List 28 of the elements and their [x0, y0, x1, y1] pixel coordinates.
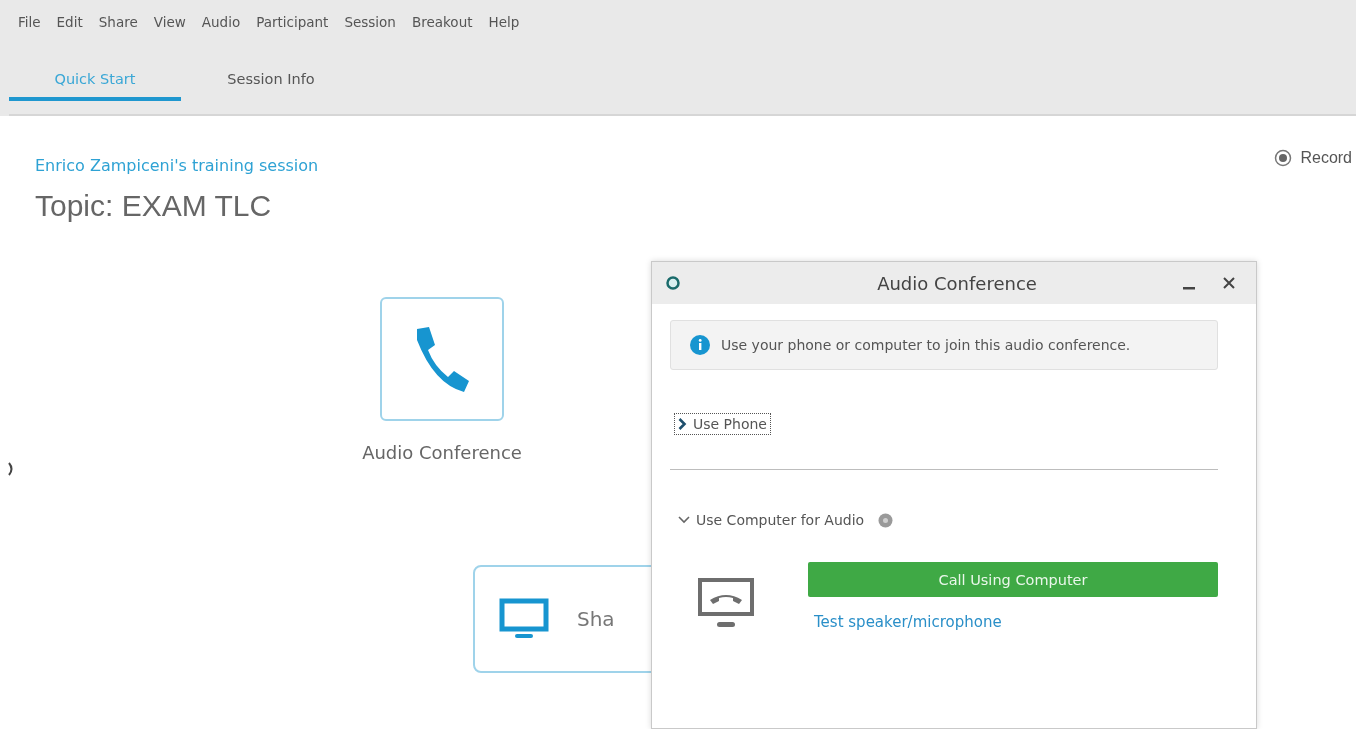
use-phone-toggle[interactable]: Use Phone — [674, 413, 771, 435]
menu-item[interactable]: File — [10, 10, 49, 36]
help-icon — [878, 512, 894, 528]
tab[interactable]: Session Info — [181, 71, 361, 101]
computer-audio-toggle[interactable]: Use Computer for Audio — [670, 512, 894, 528]
minimize-icon — [1183, 286, 1195, 290]
menu-item[interactable]: Help — [480, 10, 528, 36]
info-icon — [689, 334, 711, 356]
menu-item[interactable]: Breakout — [403, 10, 481, 36]
computer-call-icon — [698, 578, 756, 630]
dialog-title: Audio Conference — [876, 272, 1038, 294]
monitor-icon — [499, 598, 549, 640]
menu-item[interactable]: Share — [90, 10, 146, 36]
menu-item[interactable]: Edit — [48, 10, 91, 36]
radio-icon — [1274, 149, 1293, 167]
info-text: Use your phone or computer to join this audio conference. — [721, 337, 1131, 353]
collapse-handle-icon[interactable] — [8, 462, 14, 476]
app-logo-icon — [666, 276, 680, 290]
audio-tile[interactable] — [380, 297, 504, 421]
menu-item[interactable]: View — [145, 10, 194, 36]
menu-item[interactable]: Participant — [248, 10, 337, 36]
menu-item[interactable]: Session — [336, 10, 404, 36]
test-speaker-link[interactable]: Test speaker/microphone — [814, 613, 1218, 631]
topic-title: Topic: EXAM TLC — [35, 189, 273, 223]
menu-item[interactable]: Audio — [193, 10, 249, 36]
tile-label: Audio Conference — [361, 442, 523, 463]
record-control[interactable]: Record — [1274, 148, 1352, 168]
close-icon — [1221, 275, 1237, 291]
